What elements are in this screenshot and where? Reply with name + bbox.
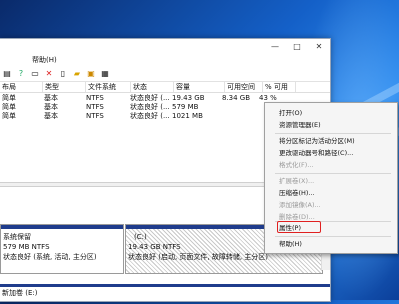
partition-system-reserved[interactable]: 系统保留 579 MB NTFS 状态良好 (系统, 活动, 主分区)	[0, 224, 124, 274]
disk-icon[interactable]: ▭	[30, 69, 40, 79]
maximize-button[interactable]: □	[286, 39, 308, 53]
partition-bar	[0, 284, 330, 287]
header-status[interactable]: 状态	[131, 82, 174, 92]
cell-percent-free: 43 %	[259, 93, 277, 102]
partition-size: 579 MB NTFS	[3, 243, 50, 251]
view-icon[interactable]: ▣	[86, 69, 96, 79]
partition-status: 状态良好 (系统, 活动, 主分区)	[3, 253, 97, 261]
delete-icon[interactable]: ✕	[44, 69, 54, 79]
header-percent-free[interactable]: % 可用	[263, 82, 296, 92]
page-icon[interactable]: ▯	[58, 69, 68, 79]
minimize-button[interactable]: —	[264, 39, 286, 53]
cell-filesystem: NTFS	[86, 93, 104, 102]
properties-icon[interactable]: ▤	[2, 69, 12, 79]
cell-status: 状态良好 (...	[130, 111, 170, 120]
cell-capacity: 19.43 GB	[172, 93, 205, 102]
header-capacity[interactable]: 容量	[174, 82, 225, 92]
menu-separator	[275, 236, 391, 237]
menu-item-shrink-volume[interactable]: 压缩卷(H)...	[265, 187, 397, 199]
menu-item-mark-active[interactable]: 将分区标记为活动分区(M)	[265, 135, 397, 147]
menu-help[interactable]: 帮助(H)	[30, 55, 59, 65]
cell-type: 基本	[44, 111, 58, 120]
menu-bar: 帮助(H)	[0, 53, 330, 66]
toolbar: ▤ ? ▭ ✕ ▯ ▰ ▣ ▦	[0, 66, 330, 82]
cell-layout: 简单	[2, 111, 16, 120]
menu-item-open[interactable]: 打开(O)	[265, 107, 397, 119]
menu-item-explorer[interactable]: 资源管理器(E)	[265, 119, 397, 131]
cell-free-space: 8.34 GB	[222, 93, 251, 102]
menu-item-help[interactable]: 帮助(H)	[265, 238, 397, 250]
partition-name: 系统保留	[3, 233, 31, 241]
volume-table-header: 布局 类型 文件系统 状态 容量 可用空间 % 可用	[0, 82, 330, 93]
menu-item-extend-volume[interactable]: 扩展卷(X)...	[265, 175, 397, 187]
header-free-space[interactable]: 可用空间	[225, 82, 263, 92]
menu-item-add-mirror[interactable]: 添加镜像(A)...	[265, 199, 397, 211]
cell-capacity: 579 MB	[172, 102, 199, 111]
menu-item-change-drive-letter[interactable]: 更改驱动器号和路径(C)...	[265, 147, 397, 159]
properties-highlight-box	[277, 221, 321, 233]
cell-filesystem: NTFS	[86, 102, 104, 111]
close-button[interactable]: ✕	[308, 39, 330, 53]
cell-capacity: 1021 MB	[172, 111, 203, 120]
help-icon[interactable]: ?	[16, 69, 26, 79]
context-menu: 打开(O) 资源管理器(E) 将分区标记为活动分区(M) 更改驱动器号和路径(C…	[264, 102, 398, 254]
header-layout[interactable]: 布局	[0, 82, 43, 92]
header-type[interactable]: 类型	[43, 82, 86, 92]
menu-separator	[275, 133, 391, 134]
menu-separator	[275, 173, 391, 174]
folder-icon[interactable]: ▰	[72, 69, 82, 79]
menu-item-format[interactable]: 格式化(F)...	[265, 159, 397, 171]
title-bar: — □ ✕	[0, 39, 330, 53]
partition-e-label[interactable]: 新加卷 (E:)	[2, 288, 37, 298]
header-filesystem[interactable]: 文件系统	[86, 82, 131, 92]
disk1-row: 新加卷 (E:)	[0, 280, 330, 304]
cell-filesystem: NTFS	[86, 111, 104, 120]
settings-icon[interactable]: ▦	[100, 69, 110, 79]
